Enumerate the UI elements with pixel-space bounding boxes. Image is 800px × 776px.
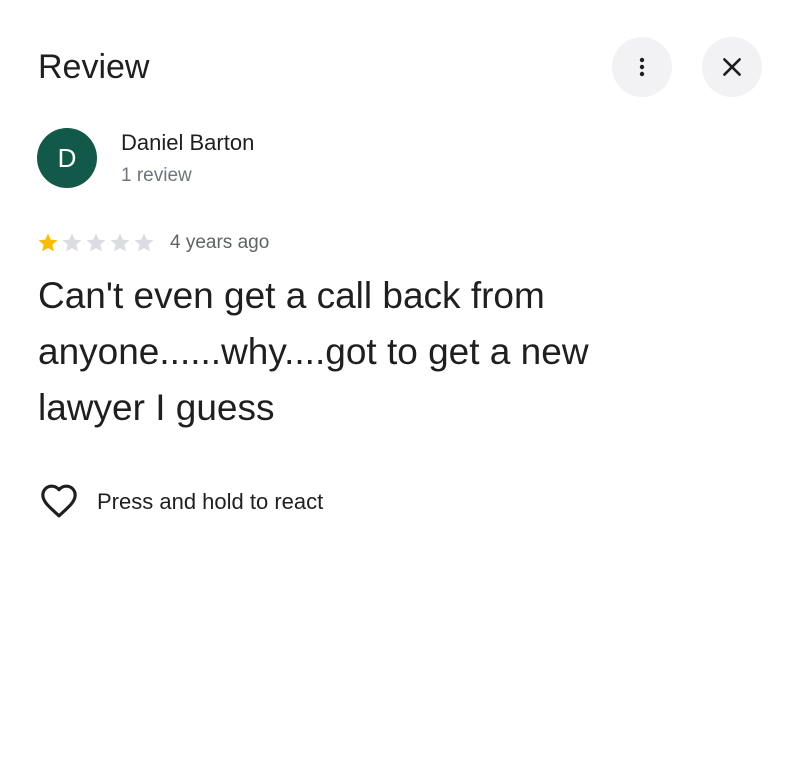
react-button[interactable]: Press and hold to react — [38, 482, 323, 522]
more-options-button[interactable] — [612, 37, 672, 97]
react-label: Press and hold to react — [97, 489, 324, 514]
star-empty-icon — [134, 233, 154, 252]
author-name[interactable]: Daniel Barton — [121, 129, 254, 157]
star-rating — [36, 231, 156, 255]
review-text: Can't even get a call back from anyone..… — [38, 275, 589, 428]
close-icon — [723, 58, 741, 76]
heart-outline-icon — [41, 484, 77, 518]
rating-row: 4 years ago — [36, 229, 269, 257]
star-filled-icon — [38, 233, 58, 252]
page-title: Review — [38, 48, 150, 86]
more-vert-icon — [639, 57, 645, 77]
author-review-count: 1 review — [121, 165, 192, 186]
avatar-initial: D — [57, 143, 77, 173]
star-empty-icon — [62, 233, 82, 252]
avatar[interactable]: D — [37, 128, 97, 188]
review-date: 4 years ago — [170, 232, 270, 253]
star-empty-icon — [86, 233, 106, 252]
close-button[interactable] — [702, 37, 762, 97]
star-empty-icon — [110, 233, 130, 252]
